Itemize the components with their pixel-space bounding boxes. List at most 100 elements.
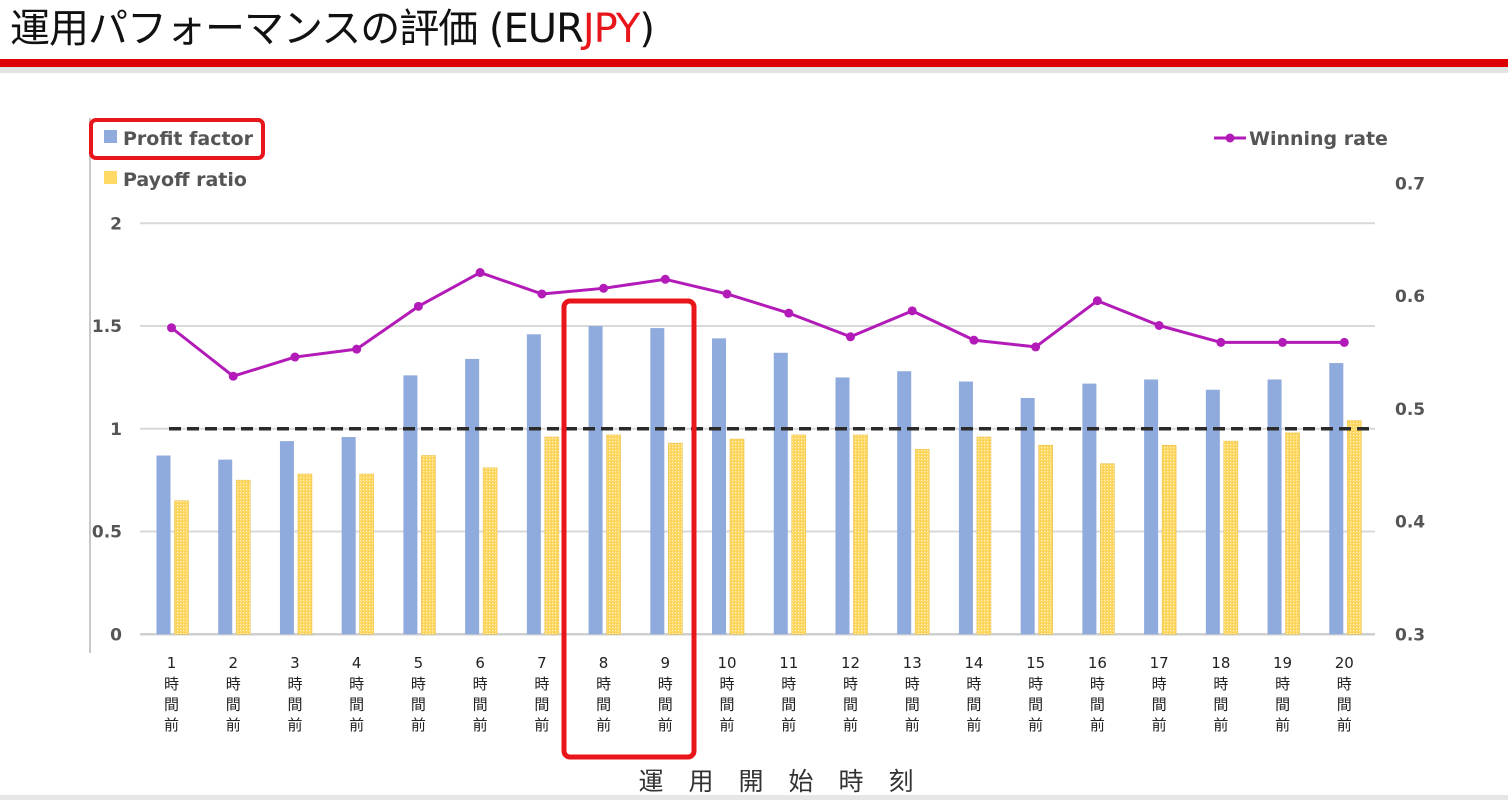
- x-tick-char: 時: [1028, 675, 1043, 693]
- legend-label-profit-factor: Profit factor: [123, 128, 254, 150]
- x-tick-char: 時: [1152, 675, 1167, 693]
- x-axis-labels: 1 時間前 2 時間前 3 時間前 4 時間前 5 時間前 6 時間前 7 時間前 8 時間前 9 時間前 10 時間…: [164, 654, 1354, 734]
- x-tick-char: 時: [1090, 675, 1105, 693]
- x-tick-char: 前: [164, 716, 179, 734]
- y-tick-label: 1.5: [92, 317, 122, 337]
- x-tick-char: 時: [473, 675, 488, 693]
- y-tick-label: 0.5: [92, 523, 122, 543]
- x-tick-number: 8: [599, 654, 609, 672]
- y2-tick-label: 0.3: [1395, 625, 1425, 645]
- x-tick-char: 間: [473, 696, 488, 714]
- payoff-ratio-bar: [729, 438, 745, 635]
- payoff-ratio-bar: [1100, 463, 1115, 635]
- x-tick-label: 6 時間前: [473, 654, 488, 734]
- winning-rate-marker: [1278, 337, 1288, 347]
- x-tick-char: 間: [1028, 696, 1043, 714]
- x-tick-label: 12 時間前: [841, 654, 860, 734]
- y-tick-label: 0: [110, 625, 122, 645]
- x-tick-char: 前: [287, 716, 302, 734]
- x-tick-number: 14: [964, 654, 983, 672]
- x-tick-char: 前: [905, 716, 920, 734]
- winning-rate-line: [167, 268, 1349, 381]
- legend-item-profit-factor[interactable]: Profit factor: [104, 128, 254, 150]
- profit-factor-bar: [1082, 383, 1097, 635]
- profit-factor-bar: [588, 326, 603, 635]
- x-tick-char: 時: [843, 675, 858, 693]
- x-tick-char: 間: [781, 696, 796, 714]
- winning-rate-marker: [907, 306, 917, 316]
- x-tick-number: 15: [1026, 654, 1045, 672]
- profit-factor-bar: [1144, 379, 1159, 635]
- x-tick-char: 間: [658, 696, 673, 714]
- left-axis-labels: 0 0.5 1 1.5 2: [92, 214, 122, 645]
- x-tick-char: 間: [349, 696, 364, 714]
- payoff-ratio-bar: [853, 434, 868, 635]
- x-tick-char: 時: [658, 675, 673, 693]
- winning-rate-marker: [722, 289, 732, 299]
- winning-rate-marker: [1154, 321, 1164, 331]
- x-tick-char: 間: [966, 696, 981, 714]
- x-tick-char: 前: [843, 716, 858, 734]
- payoff-ratio-bar: [606, 434, 621, 635]
- winning-rate-marker: [784, 308, 794, 318]
- x-tick-label: 17 時間前: [1150, 654, 1169, 734]
- winning-rate-marker: [1092, 296, 1102, 306]
- x-tick-label: 3 時間前: [287, 654, 302, 734]
- x-tick-char: 間: [905, 696, 920, 714]
- x-tick-number: 16: [1088, 654, 1107, 672]
- profit-factor-bar: [1205, 389, 1220, 635]
- payoff-ratio-bar: [1038, 444, 1053, 635]
- profit-factor-bar: [835, 377, 850, 635]
- x-tick-char: 前: [966, 716, 981, 734]
- legend-label-payoff-ratio: Payoff ratio: [123, 169, 247, 191]
- x-tick-char: 時: [720, 675, 735, 693]
- profit-factor-bar: [712, 338, 727, 635]
- x-tick-char: 間: [843, 696, 858, 714]
- x-tick-char: 前: [1213, 716, 1228, 734]
- winning-rate-marker: [413, 301, 423, 311]
- winning-rate-marker: [167, 323, 176, 333]
- x-tick-char: 前: [473, 716, 488, 734]
- legend-label-winning-rate: Winning rate: [1249, 128, 1388, 150]
- y2-tick-label: 0.5: [1395, 400, 1425, 420]
- x-tick-char: 間: [1090, 696, 1105, 714]
- x-tick-char: 時: [905, 675, 920, 693]
- payoff-ratio-bar: [976, 436, 992, 635]
- payoff-ratio-bar: [1161, 444, 1177, 635]
- x-tick-char: 時: [411, 675, 426, 693]
- combo-chart: 0 0.5 1 1.5 2 0.3 0.4 0.5 0.6 0.7 1 時間前 2 時間前 3 時間前 4 時…: [89, 118, 1425, 796]
- x-tick-char: 間: [287, 696, 302, 714]
- x-tick-char: 前: [720, 716, 735, 734]
- x-tick-label: 2 時間前: [226, 654, 241, 734]
- x-tick-label: 5 時間前: [411, 654, 426, 734]
- profit-factor-bar: [156, 455, 171, 635]
- winning-rate-marker: [969, 335, 979, 345]
- legend-item-payoff-ratio[interactable]: Payoff ratio: [104, 169, 247, 191]
- profit-factor-bar: [1267, 379, 1282, 635]
- winning-rate-marker: [290, 352, 300, 362]
- x-tick-label: 1 時間前: [164, 654, 179, 734]
- x-tick-label: 13 時間前: [903, 654, 922, 734]
- x-axis-title: 運 用 開 始 時 刻: [638, 767, 913, 796]
- profit-factor-bar: [403, 375, 418, 635]
- x-tick-number: 19: [1273, 654, 1292, 672]
- x-tick-label: 9 時間前: [658, 654, 673, 734]
- x-tick-number: 13: [903, 654, 922, 672]
- x-tick-char: 間: [1152, 696, 1167, 714]
- x-tick-char: 前: [1275, 716, 1290, 734]
- y2-tick-label: 0.4: [1395, 513, 1425, 533]
- legend-swatch-profit-factor: [104, 130, 117, 143]
- x-tick-number: 12: [841, 654, 860, 672]
- x-tick-number: 4: [352, 654, 362, 672]
- legend-item-winning-rate[interactable]: Winning rate: [1214, 128, 1388, 150]
- winning-rate-marker: [352, 344, 362, 354]
- x-tick-label: 18 時間前: [1211, 654, 1230, 734]
- payoff-ratio-bar: [668, 442, 683, 635]
- x-tick-number: 5: [414, 654, 424, 672]
- x-tick-char: 時: [966, 675, 981, 693]
- x-tick-char: 前: [226, 716, 241, 734]
- payoff-ratio-bar: [421, 455, 436, 635]
- winning-rate-marker: [845, 332, 855, 342]
- profit-factor-bar: [897, 371, 912, 635]
- x-tick-label: 11 時間前: [779, 654, 798, 734]
